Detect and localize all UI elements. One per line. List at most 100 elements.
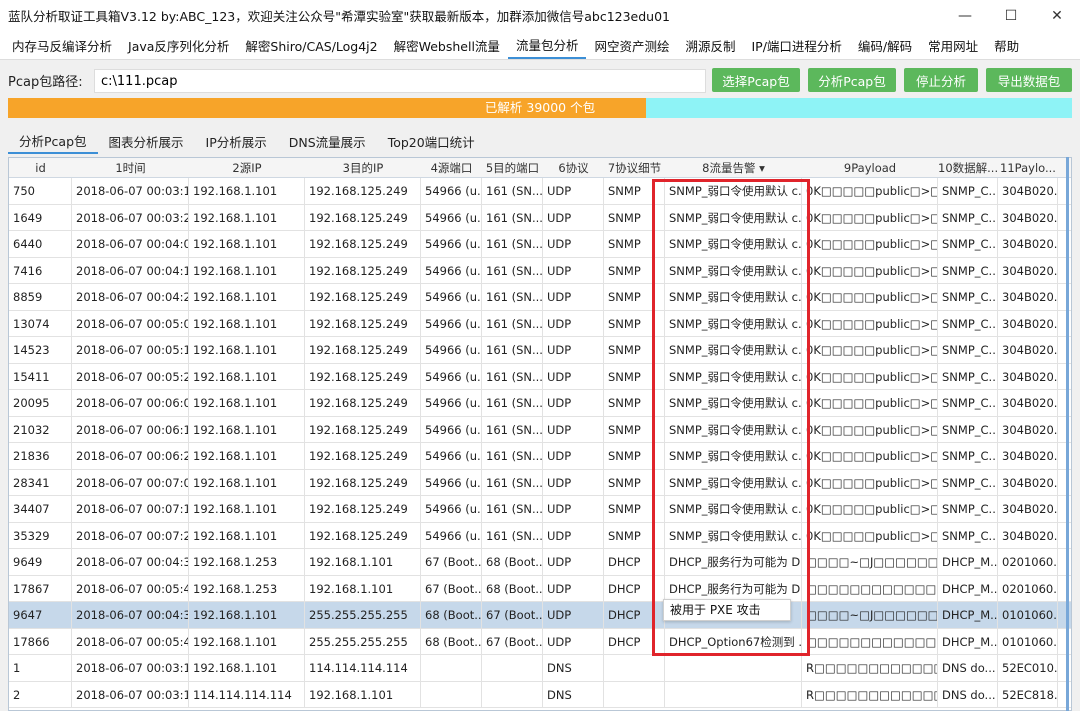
table-row[interactable]: 16492018-06-07 00:03:27...192.168.1.1011… [9, 204, 1071, 231]
table-cell: SNMP_C... [938, 469, 998, 496]
subtab-analyze-pcap[interactable]: 分析Pcap包 [8, 128, 98, 154]
table-cell: SNMP_C... [938, 231, 998, 257]
table-cell: 21032 [9, 416, 72, 443]
table-cell: 0K□□□□□public□>□□H... [802, 363, 938, 390]
tab-pcap-analysis[interactable]: 流量包分析 [507, 31, 587, 59]
table-row[interactable]: 96472018-06-07 00:04:34...192.168.1.1012… [9, 602, 1071, 629]
table-cell: 0K□□□□□public□>□□G... [802, 284, 938, 310]
column-header[interactable]: 8流量告警 ▾ [665, 158, 802, 178]
table-row[interactable]: 154112018-06-07 00:05:27...192.168.1.101… [9, 363, 1071, 390]
table-row[interactable]: 7502018-06-07 00:03:17...192.168.1.10119… [9, 178, 1071, 205]
pcap-path-row: Pcap包路径: 选择Pcap包 分析Pcap包 停止分析 导出数据包 [0, 63, 1080, 97]
table-cell: 192.168.1.101 [305, 549, 421, 575]
table-cell: UDP [543, 363, 604, 390]
table-cell: 2018-06-07 00:05:27... [72, 363, 189, 390]
table-cell: DHCP [604, 575, 665, 602]
table-row[interactable]: 22018-06-07 00:03:10...114.114.114.11419… [9, 681, 1071, 708]
table-cell: SNMP_弱口令使用默认 c... [665, 310, 802, 337]
subtab-top20-ports[interactable]: Top20端口统计 [377, 128, 486, 154]
export-packets-button[interactable]: 导出数据包 [986, 68, 1072, 92]
table-cell: 54966 (u... [421, 390, 482, 416]
column-header[interactable]: 1时间 [72, 158, 189, 178]
tab-memshell-decompile[interactable]: 内存马反编译分析 [4, 31, 120, 59]
table-cell: 52EC818... [998, 681, 1058, 708]
sub-tab-bar: 分析Pcap包 图表分析展示 IP分析展示 DNS流量展示 Top20端口统计 [8, 128, 486, 154]
subtab-ip-view[interactable]: IP分析展示 [195, 128, 278, 154]
tab-help[interactable]: 帮助 [986, 31, 1027, 59]
table-cell: 192.168.1.253 [189, 549, 305, 575]
table-cell: SNMP [604, 204, 665, 231]
table-row[interactable]: 218362018-06-07 00:06:27...192.168.1.101… [9, 443, 1071, 470]
minimize-button[interactable]: — [942, 0, 988, 31]
table-cell: UDP [543, 390, 604, 416]
column-header[interactable]: id [9, 158, 72, 178]
table-cell: 67 (Boot... [421, 549, 482, 575]
table-cell: UDP [543, 204, 604, 231]
main-tab-bar: 内存马反编译分析 Java反序列化分析 解密Shiro/CAS/Log4j2 解… [0, 31, 1080, 60]
table-cell: UDP [543, 337, 604, 363]
table-row[interactable]: 200952018-06-07 00:06:07...192.168.1.101… [9, 390, 1071, 417]
table-cell [421, 681, 482, 708]
table-cell [665, 655, 802, 681]
table-cell: UDP [543, 602, 604, 628]
tab-trace-counter[interactable]: 溯源反制 [677, 31, 743, 59]
select-pcap-button[interactable]: 选择Pcap包 [712, 68, 800, 92]
table-cell: 0K□□□□□public□>□□H... [802, 310, 938, 337]
table-row[interactable]: 178672018-06-07 00:05:49...192.168.1.253… [9, 575, 1071, 602]
column-header[interactable]: 10数据解... [938, 158, 998, 178]
table-row[interactable]: 96492018-06-07 00:04:34...192.168.1.2531… [9, 549, 1071, 576]
close-button[interactable]: ✕ [1034, 0, 1080, 31]
table-cell: SNMP_弱口令使用默认 c... [665, 469, 802, 496]
table-row[interactable]: 12018-06-07 00:03:10...192.168.1.101114.… [9, 655, 1071, 682]
table-cell: 0K□□□□□public□>□□F... [802, 178, 938, 204]
column-header[interactable]: 6协议 [543, 158, 604, 178]
table-row[interactable]: 88592018-06-07 00:04:27...192.168.1.1011… [9, 284, 1071, 311]
tab-encode-decode[interactable]: 编码/解码 [850, 31, 920, 59]
column-header[interactable]: 2源IP [189, 158, 305, 178]
column-header[interactable]: 11Paylo... [998, 158, 1058, 178]
column-header[interactable]: 9Payload [802, 158, 938, 178]
column-header[interactable]: 7协议细节 [604, 158, 665, 178]
table-cell [604, 655, 665, 681]
table-cell: 192.168.125.249 [305, 310, 421, 337]
table-cell: 2018-06-07 00:04:34... [72, 549, 189, 575]
tab-decrypt-webshell[interactable]: 解密Webshell流量 [386, 31, 508, 59]
column-header[interactable]: 3目的IP [305, 158, 421, 178]
table-cell: SNMP [604, 178, 665, 204]
tab-asset-mapping[interactable]: 网空资产测绘 [586, 31, 677, 59]
table-cell: 192.168.125.249 [305, 469, 421, 496]
table-cell: DHCP [604, 628, 665, 655]
table-cell: 54966 (u... [421, 310, 482, 337]
table-row[interactable]: 210322018-06-07 00:06:17...192.168.1.101… [9, 416, 1071, 443]
table-row[interactable]: 74162018-06-07 00:04:17...192.168.1.1011… [9, 257, 1071, 284]
table-cell: UDP [543, 310, 604, 337]
subtab-chart-view[interactable]: 图表分析展示 [98, 128, 195, 154]
maximize-button[interactable]: ☐ [988, 0, 1034, 31]
column-header[interactable]: 4源端口 [421, 158, 482, 178]
analyze-pcap-button[interactable]: 分析Pcap包 [808, 68, 896, 92]
subtab-dns-view[interactable]: DNS流量展示 [278, 128, 377, 154]
pcap-path-input[interactable] [94, 69, 706, 93]
column-header[interactable]: 5目的端口 [482, 158, 543, 178]
tab-common-urls[interactable]: 常用网址 [920, 31, 986, 59]
table-cell: SNMP [604, 522, 665, 549]
tab-java-deserialize[interactable]: Java反序列化分析 [120, 31, 237, 59]
table-row[interactable]: 353292018-06-07 00:07:27...192.168.1.101… [9, 522, 1071, 549]
table-cell: SNMP_弱口令使用默认 c... [665, 257, 802, 284]
table-cell: SNMP_弱口令使用默认 c... [665, 284, 802, 310]
table-cell: 161 (SN... [482, 178, 543, 204]
table-row[interactable]: 344072018-06-07 00:07:17...192.168.1.101… [9, 496, 1071, 523]
table-cell: UDP [543, 231, 604, 257]
table-row[interactable]: 145232018-06-07 00:05:17...192.168.1.101… [9, 337, 1071, 364]
table-row[interactable]: 130742018-06-07 00:05:07...192.168.1.101… [9, 310, 1071, 337]
table-cell: SNMP_C... [938, 416, 998, 443]
table-row[interactable]: 283412018-06-07 00:07:07...192.168.1.101… [9, 469, 1071, 496]
table-row[interactable]: 178662018-06-07 00:05:49...192.168.1.101… [9, 628, 1071, 655]
tab-decrypt-shiro[interactable]: 解密Shiro/CAS/Log4j2 [237, 31, 385, 59]
table-row[interactable]: 64402018-06-07 00:04:07...192.168.1.1011… [9, 231, 1071, 258]
table-cell: 750 [9, 178, 72, 204]
tab-ip-port-process[interactable]: IP/端口进程分析 [743, 31, 849, 59]
table-cell: DNS do... [938, 655, 998, 681]
stop-analysis-button[interactable]: 停止分析 [904, 68, 978, 92]
table-cell: 192.168.125.249 [305, 204, 421, 231]
